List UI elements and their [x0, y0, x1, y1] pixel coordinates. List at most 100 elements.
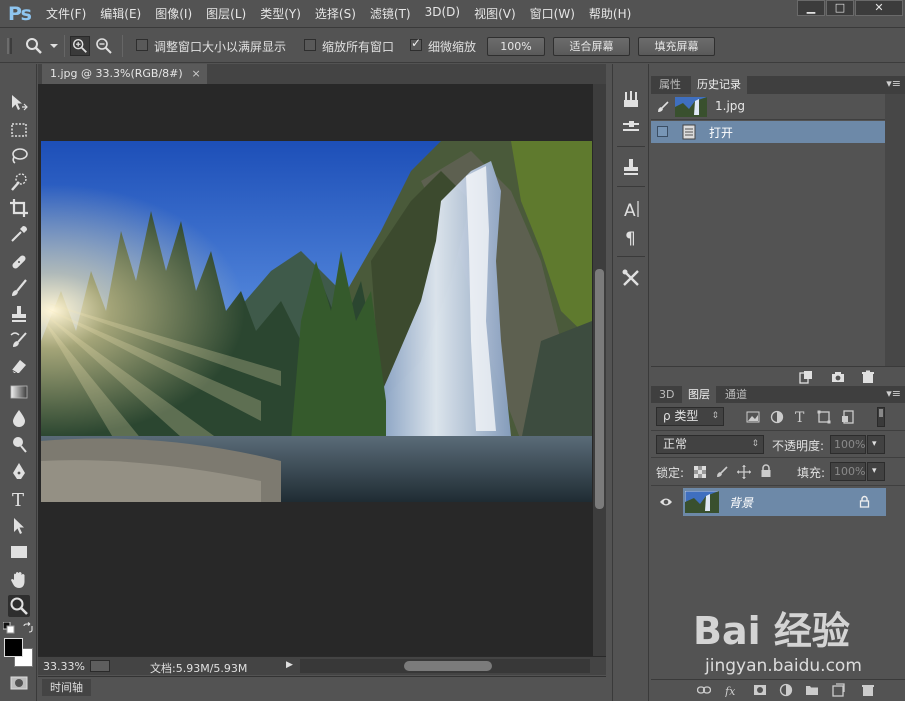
menu-select[interactable]: 选择(S): [315, 5, 356, 22]
history-snapshot[interactable]: 1.jpg: [651, 94, 885, 120]
timeline-tab[interactable]: 时间轴: [42, 679, 91, 696]
hand-tool-icon[interactable]: [8, 569, 30, 591]
foreground-color-swatch-top[interactable]: [4, 638, 23, 657]
tool-presets-icon[interactable]: [620, 267, 642, 289]
fit-screen-button[interactable]: 适合屏幕: [553, 37, 630, 56]
new-group-folder-icon[interactable]: [805, 683, 819, 697]
eye-visibility-icon[interactable]: [659, 496, 673, 508]
layer-filter-select[interactable]: ρ 类型 ⇕: [656, 407, 724, 426]
new-document-from-state-icon[interactable]: [799, 370, 813, 384]
horizontal-scroll-thumb[interactable]: [404, 661, 492, 671]
history-brush-source-icon[interactable]: [656, 100, 670, 114]
camera-snapshot-icon[interactable]: [831, 370, 845, 384]
menu-edit[interactable]: 编辑(E): [100, 5, 141, 22]
horizontal-scrollbar[interactable]: [300, 659, 590, 673]
history-brush-tool-icon[interactable]: [8, 329, 30, 351]
fill-input[interactable]: 100%: [830, 462, 866, 481]
menu-type[interactable]: 类型(Y): [260, 5, 301, 22]
actual-pixels-button[interactable]: 100%: [487, 37, 545, 56]
eyedropper-tool-icon[interactable]: [8, 223, 30, 245]
pixel-layer-filter-icon[interactable]: [746, 410, 760, 424]
pen-tool-icon[interactable]: [8, 461, 30, 483]
menu-window[interactable]: 窗口(W): [530, 5, 575, 22]
clone-source-icon[interactable]: [620, 156, 642, 178]
paragraph-panel-icon[interactable]: ¶: [620, 226, 642, 249]
resize-windows-checkbox[interactable]: [136, 39, 148, 51]
path-selection-tool-icon[interactable]: [8, 515, 30, 537]
tab-3d[interactable]: 3D: [653, 386, 680, 404]
brush-presets-icon[interactable]: [620, 88, 642, 110]
menu-layer[interactable]: 图层(L): [206, 5, 246, 22]
scrubby-zoom-checkbox[interactable]: [410, 36, 422, 51]
smart-object-filter-icon[interactable]: [841, 410, 855, 424]
shape-layer-filter-icon[interactable]: [817, 410, 831, 424]
adjustment-layer-filter-icon[interactable]: [770, 410, 784, 424]
menu-3d[interactable]: 3D(D): [425, 5, 460, 22]
vertical-scrollbar[interactable]: [593, 84, 606, 656]
character-panel-icon[interactable]: A: [620, 198, 642, 221]
zoom-tool-preset-icon[interactable]: [24, 36, 44, 56]
new-layer-icon[interactable]: [831, 683, 845, 697]
fill-screen-button[interactable]: 填充屏幕: [638, 37, 715, 56]
tab-properties[interactable]: 属性: [653, 76, 687, 94]
gradient-tool-icon[interactable]: [8, 381, 30, 403]
blend-mode-select[interactable]: 正常 ⇕: [656, 435, 764, 454]
lock-position-icon[interactable]: [737, 465, 751, 479]
status-menu-arrow-icon[interactable]: ▶: [286, 660, 293, 670]
vertical-scroll-thumb[interactable]: [595, 269, 604, 509]
blur-tool-icon[interactable]: [8, 407, 30, 429]
menu-file[interactable]: 文件(F): [46, 5, 86, 22]
healing-brush-tool-icon[interactable]: [8, 251, 30, 273]
trash-icon[interactable]: [861, 370, 875, 384]
status-toggle-icon[interactable]: [90, 660, 110, 672]
canvas-area[interactable]: [38, 84, 593, 656]
rectangle-tool-icon[interactable]: [8, 541, 30, 563]
zoom-in-icon[interactable]: [70, 36, 90, 56]
lasso-tool-icon[interactable]: [8, 145, 30, 167]
minimize-button[interactable]: ▁: [797, 0, 825, 16]
menu-help[interactable]: 帮助(H): [589, 5, 631, 22]
add-mask-icon[interactable]: [753, 683, 767, 697]
move-tool-icon[interactable]: [8, 92, 30, 114]
close-window-button[interactable]: ✕: [855, 0, 903, 16]
brush-tool-icon[interactable]: [8, 277, 30, 299]
quick-mask-icon[interactable]: [10, 676, 28, 690]
lock-transparency-icon[interactable]: [694, 466, 706, 478]
document-tab[interactable]: 1.jpg @ 33.3%(RGB/8#) ×: [42, 64, 207, 84]
zoom-tool-icon[interactable]: [8, 595, 30, 617]
history-state-checkbox[interactable]: [657, 126, 668, 137]
clone-stamp-tool-icon[interactable]: [8, 303, 30, 325]
tab-channels[interactable]: 通道: [719, 386, 753, 404]
history-scrollbar[interactable]: [885, 94, 905, 366]
tab-layers[interactable]: 图层: [682, 386, 716, 404]
default-colors-icon[interactable]: [3, 622, 15, 634]
layer-style-fx-icon[interactable]: fx: [725, 683, 739, 697]
document-image[interactable]: [41, 141, 592, 502]
swap-colors-icon[interactable]: [22, 622, 34, 634]
fill-dropdown-icon[interactable]: ▾: [867, 462, 885, 481]
type-tool-icon[interactable]: T: [8, 488, 30, 511]
marquee-tool-icon[interactable]: [8, 119, 30, 141]
dodge-tool-icon[interactable]: [8, 433, 30, 455]
crop-tool-icon[interactable]: [8, 197, 30, 219]
chevron-down-icon[interactable]: [44, 36, 64, 56]
tab-history[interactable]: 历史记录: [691, 76, 747, 94]
menu-filter[interactable]: 滤镜(T): [370, 5, 411, 22]
lock-pixels-icon[interactable]: [715, 465, 729, 479]
lock-all-icon[interactable]: [760, 464, 772, 478]
menu-image[interactable]: 图像(I): [155, 5, 192, 22]
zoom-out-icon[interactable]: [94, 36, 114, 56]
menu-view[interactable]: 视图(V): [474, 5, 516, 22]
opacity-input[interactable]: 100%: [830, 435, 866, 454]
adjustment-layer-icon[interactable]: [779, 683, 793, 697]
filter-toggle-switch[interactable]: [877, 407, 885, 427]
link-layers-icon[interactable]: [697, 683, 711, 697]
brush-panel-icon[interactable]: [620, 116, 642, 138]
zoom-all-windows-checkbox[interactable]: [304, 39, 316, 51]
delete-layer-icon[interactable]: [861, 683, 875, 697]
zoom-level[interactable]: 33.33%: [43, 660, 85, 673]
close-document-icon[interactable]: ×: [191, 64, 200, 84]
panel-menu-icon[interactable]: ▾≡: [886, 77, 901, 90]
layer-row-background[interactable]: 背景: [683, 488, 886, 516]
quick-selection-tool-icon[interactable]: [8, 171, 30, 193]
